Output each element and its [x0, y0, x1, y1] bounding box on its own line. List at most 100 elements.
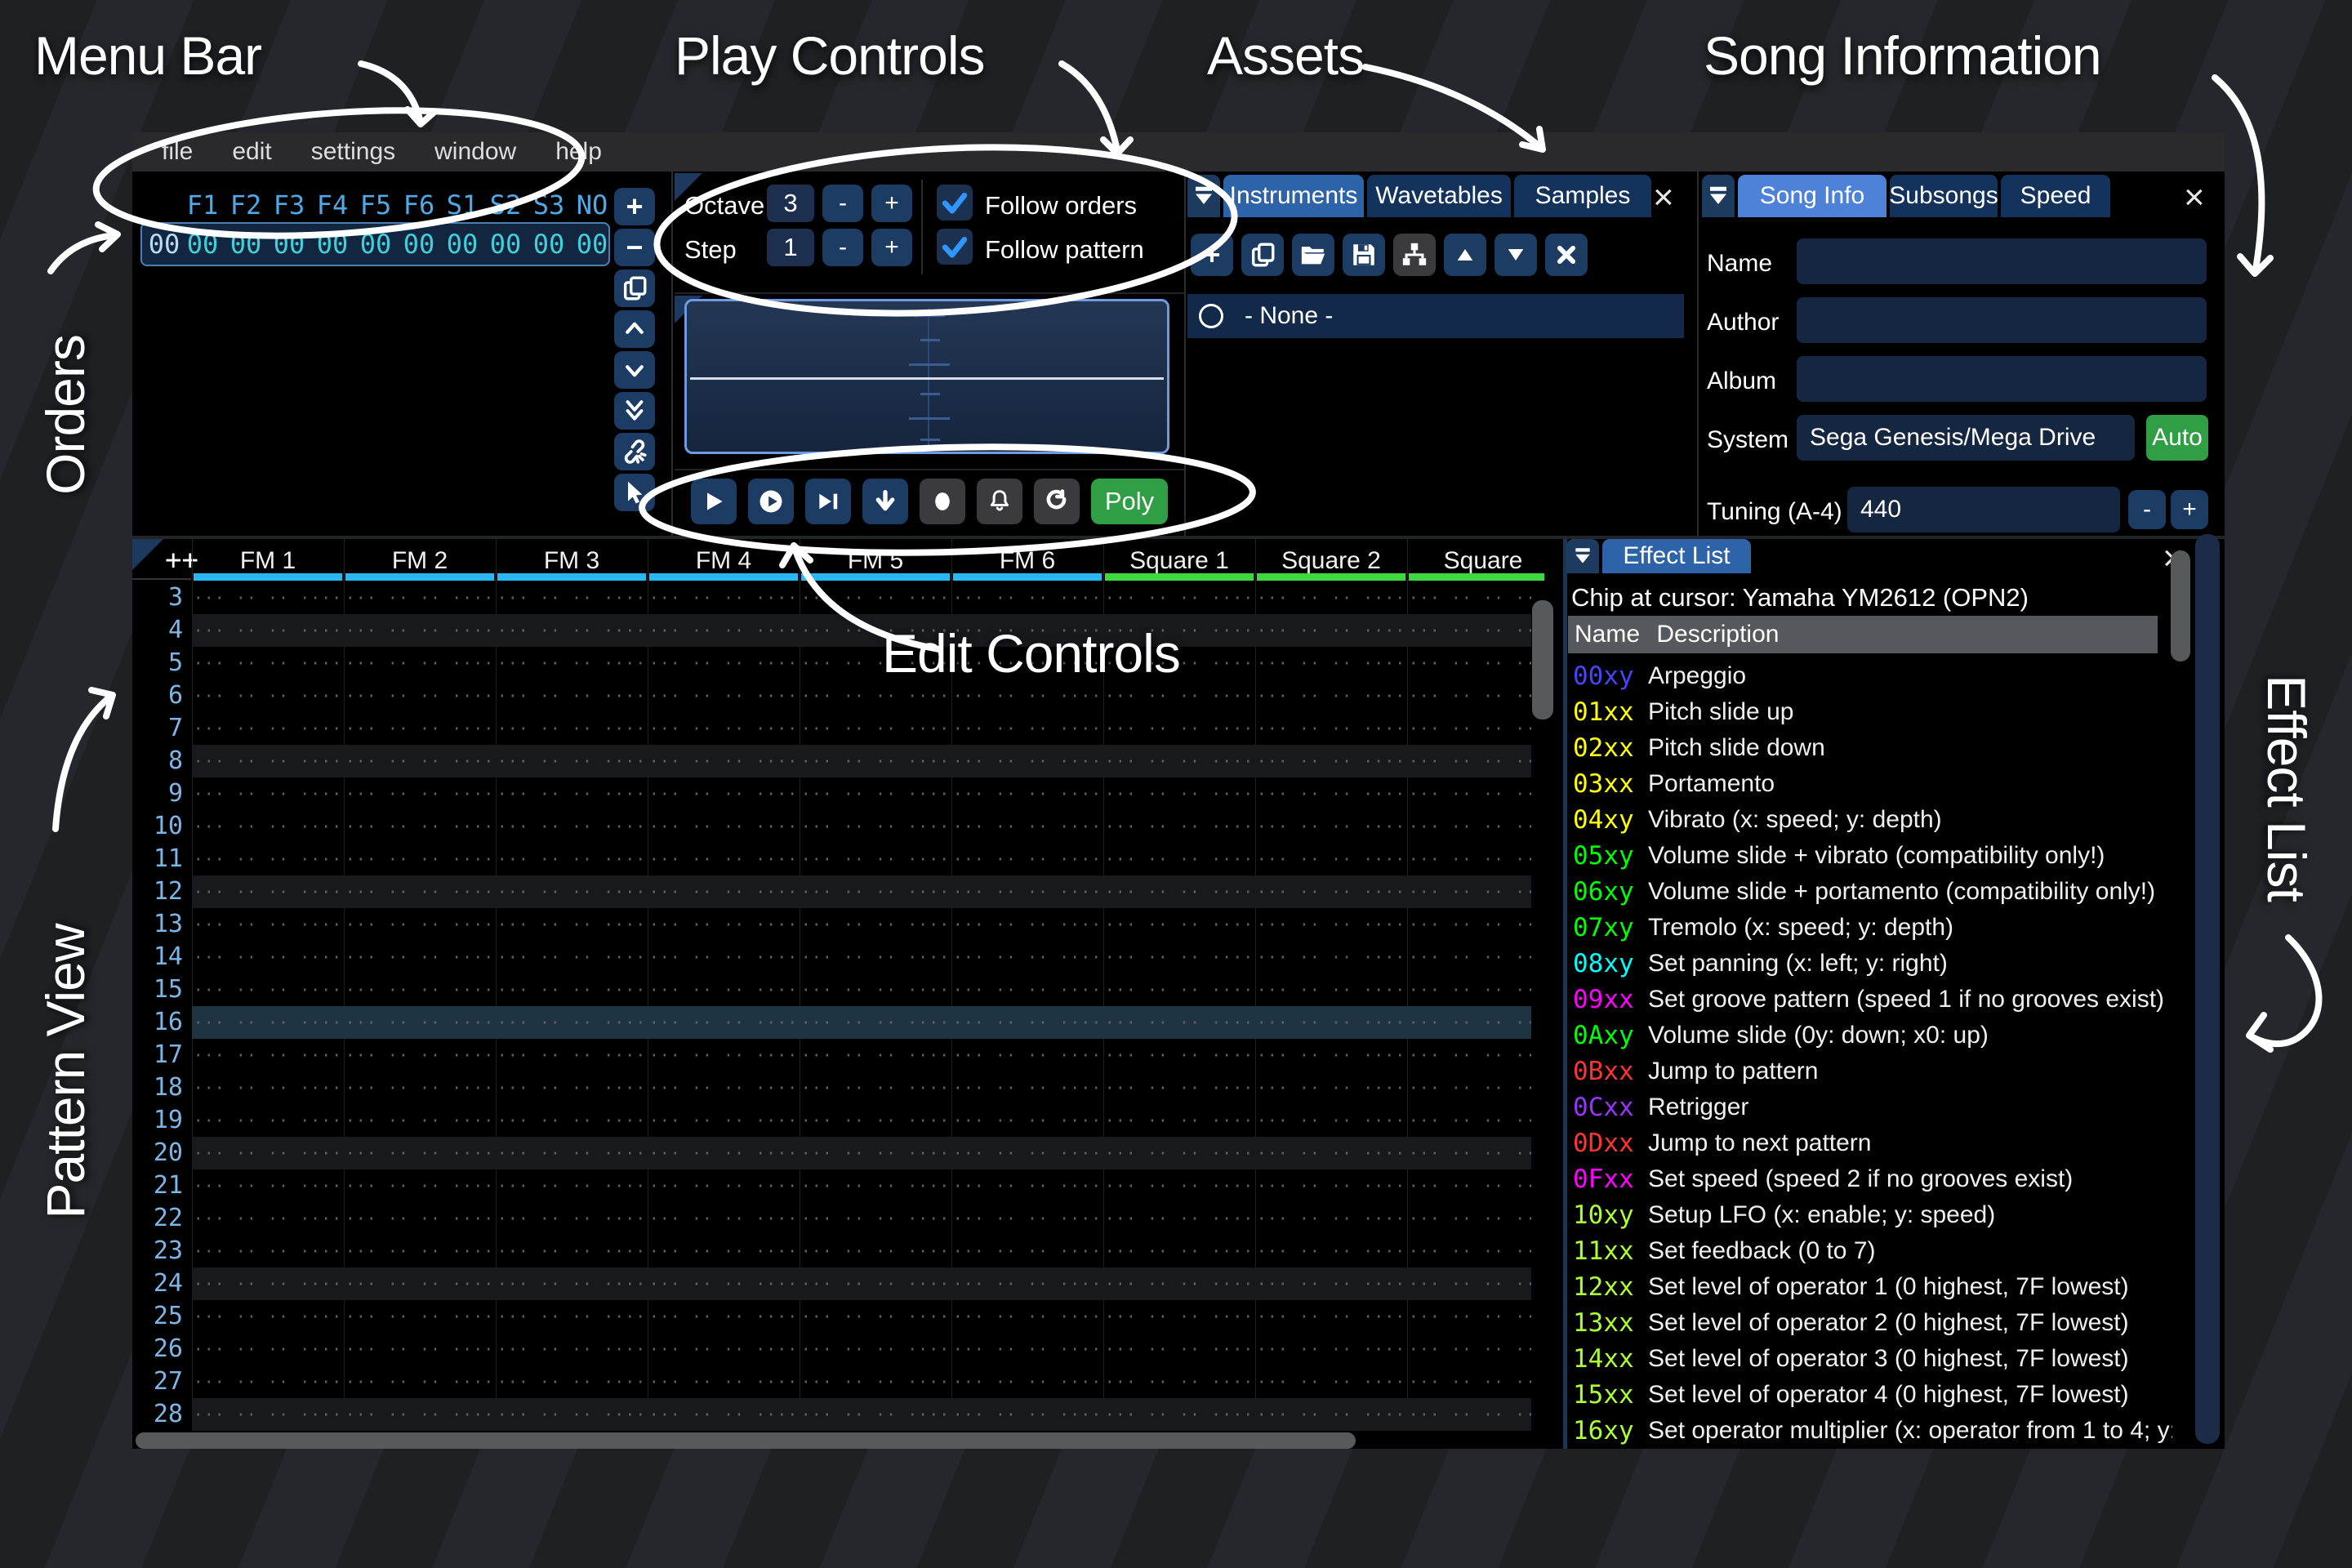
pattern-cell[interactable]: ··· ·· ·· ···· [951, 581, 1103, 614]
pattern-cell[interactable]: ··· ·· ·· ···· [1103, 1006, 1255, 1039]
pattern-cell[interactable]: ··· ·· ·· ···· [648, 1071, 800, 1104]
pattern-cell[interactable]: ··· ·· ·· ···· [648, 647, 800, 679]
pattern-cell[interactable]: ··· ·· ·· ···· [344, 973, 496, 1006]
pattern-cell[interactable]: ··· ·· ·· ···· [800, 1039, 951, 1071]
effect-row[interactable]: 10xySetup LFO (x: enable; y: speed) [1568, 1197, 2172, 1233]
pattern-cell[interactable]: ··· ·· ·· ···· [1255, 1104, 1407, 1137]
pattern-cell[interactable]: ··· ·· ·· ···· [344, 679, 496, 712]
pattern-cell[interactable]: ··· ·· ·· ···· [1407, 810, 1531, 843]
pattern-cell[interactable]: ··· ·· ·· ···· [1407, 581, 1531, 614]
octave-value[interactable]: 3 [767, 185, 814, 222]
effect-row[interactable]: 0CxxRetrigger [1568, 1089, 2172, 1125]
pattern-cell[interactable]: ··· ·· ·· ···· [1103, 777, 1255, 810]
pattern-cell[interactable]: ··· ·· ·· ···· [648, 1235, 800, 1267]
pattern-cell[interactable]: ··· ·· ·· ···· [496, 1169, 648, 1202]
pattern-cell[interactable]: ··· ·· ·· ···· [800, 1365, 951, 1398]
pattern-cell[interactable]: ··· ·· ·· ···· [800, 1202, 951, 1235]
pattern-cell[interactable]: ··· ·· ·· ···· [344, 810, 496, 843]
pattern-cell[interactable]: ··· ·· ·· ···· [192, 810, 344, 843]
pattern-cell[interactable]: ··· ·· ·· ···· [1407, 1071, 1531, 1104]
menu-item-settings[interactable]: settings [292, 138, 415, 166]
pattern-cell[interactable]: ··· ·· ·· ···· [1103, 712, 1255, 745]
pattern-cell[interactable]: ··· ·· ·· ···· [800, 1300, 951, 1333]
pattern-cell[interactable]: ··· ·· ·· ···· [1103, 941, 1255, 973]
pattern-cell[interactable]: ··· ·· ·· ···· [1407, 1169, 1531, 1202]
pattern-cell[interactable]: ··· ·· ·· ···· [192, 1365, 344, 1398]
pattern-cell[interactable]: ··· ·· ·· ···· [800, 1398, 951, 1431]
pattern-cell[interactable]: ··· ·· ·· ···· [1407, 1104, 1531, 1137]
pattern-cell[interactable]: ··· ·· ·· ···· [1255, 1039, 1407, 1071]
pattern-cell[interactable]: ··· ·· ·· ···· [1255, 777, 1407, 810]
pattern-cell[interactable]: ··· ·· ·· ···· [951, 941, 1103, 973]
pattern-cell[interactable]: ··· ·· ·· ···· [192, 1006, 344, 1039]
pattern-cell[interactable]: ··· ·· ·· ···· [1103, 1104, 1255, 1137]
effect-row[interactable]: 13xxSet level of operator 2 (0 highest, … [1568, 1305, 2172, 1341]
pattern-cell[interactable]: ··· ·· ·· ···· [192, 777, 344, 810]
author-input[interactable] [1797, 297, 2207, 343]
pattern-cell[interactable]: ··· ·· ·· ···· [951, 1006, 1103, 1039]
pattern-cell[interactable]: ··· ·· ·· ···· [344, 1169, 496, 1202]
channel-header-fm-6[interactable]: FM 6 [951, 547, 1103, 575]
pattern-cell[interactable]: ··· ·· ·· ···· [951, 679, 1103, 712]
pattern-cell[interactable]: ··· ·· ·· ···· [1407, 1006, 1531, 1039]
pattern-cell[interactable]: ··· ·· ·· ···· [1103, 1235, 1255, 1267]
pattern-cell[interactable]: ··· ·· ·· ···· [1255, 614, 1407, 647]
pattern-cell[interactable]: ··· ·· ·· ···· [1103, 1267, 1255, 1300]
pattern-cell[interactable]: ··· ·· ·· ···· [648, 614, 800, 647]
instrument-list-item[interactable]: - None - [1187, 294, 1684, 338]
pattern-cell[interactable]: ··· ·· ·· ···· [344, 712, 496, 745]
pattern-cell[interactable]: ··· ·· ·· ···· [951, 1333, 1103, 1365]
album-input[interactable] [1797, 356, 2207, 402]
pattern-cell[interactable]: ··· ·· ·· ···· [1103, 1169, 1255, 1202]
pattern-cell[interactable]: ··· ·· ·· ···· [496, 1202, 648, 1235]
pattern-cell[interactable]: ··· ·· ·· ···· [192, 875, 344, 908]
pattern-cell[interactable]: ··· ·· ·· ···· [1255, 973, 1407, 1006]
pattern-cell[interactable]: ··· ·· ·· ···· [192, 941, 344, 973]
pattern-cell[interactable]: ··· ·· ·· ···· [800, 973, 951, 1006]
pattern-cell[interactable]: ··· ·· ·· ···· [496, 1398, 648, 1431]
pattern-cell[interactable]: ··· ·· ·· ···· [951, 1104, 1103, 1137]
pattern-cell[interactable]: ··· ·· ·· ···· [951, 1071, 1103, 1104]
pattern-cell[interactable]: ··· ·· ·· ···· [1407, 1267, 1531, 1300]
pattern-cell[interactable]: ··· ·· ·· ···· [1407, 712, 1531, 745]
pattern-cell[interactable]: ··· ·· ·· ···· [951, 1137, 1103, 1169]
assets-move-up-button[interactable] [1444, 234, 1486, 276]
pattern-cell[interactable]: ··· ·· ·· ···· [1255, 1333, 1407, 1365]
pattern-cell[interactable]: ··· ·· ·· ···· [800, 875, 951, 908]
pattern-cell[interactable]: ··· ·· ·· ···· [1103, 581, 1255, 614]
pattern-cell[interactable]: ··· ·· ·· ···· [192, 647, 344, 679]
pattern-cell[interactable]: ··· ·· ·· ···· [496, 1104, 648, 1137]
orders-value-cell[interactable]: 00 [527, 229, 571, 260]
channel-header-square-2[interactable]: Square 2 [1255, 547, 1407, 575]
pattern-cell[interactable]: ··· ·· ·· ···· [496, 973, 648, 1006]
pattern-cell[interactable]: ··· ·· ·· ···· [800, 1333, 951, 1365]
pattern-cell[interactable]: ··· ·· ·· ···· [496, 875, 648, 908]
pattern-cell[interactable]: ··· ·· ·· ···· [648, 941, 800, 973]
orders-edit-mode-button[interactable] [614, 474, 655, 511]
orders-value-cell[interactable]: 00 [397, 229, 441, 260]
pattern-cell[interactable]: ··· ·· ·· ···· [344, 1398, 496, 1431]
effect-row[interactable]: 05xyVolume slide + vibrato (compatibilit… [1568, 838, 2172, 874]
pattern-cell[interactable]: ··· ·· ·· ···· [496, 712, 648, 745]
channel-header-fm-3[interactable]: FM 3 [496, 547, 648, 575]
pattern-cell[interactable]: ··· ·· ·· ···· [800, 1235, 951, 1267]
pattern-cell[interactable]: ··· ·· ·· ···· [648, 581, 800, 614]
pattern-cell[interactable]: ··· ·· ·· ···· [951, 1202, 1103, 1235]
pattern-cell[interactable]: ··· ·· ·· ···· [344, 1235, 496, 1267]
assets-save-button[interactable] [1343, 234, 1385, 276]
assets-delete-button[interactable] [1545, 234, 1588, 276]
pattern-cell[interactable]: ··· ·· ·· ···· [344, 581, 496, 614]
pattern-cell[interactable]: ··· ·· ·· ···· [344, 1267, 496, 1300]
pattern-cell[interactable]: ··· ·· ·· ···· [344, 745, 496, 777]
assets-open-button[interactable] [1292, 234, 1334, 276]
pattern-cell[interactable]: ··· ·· ·· ···· [800, 777, 951, 810]
pattern-cell[interactable]: ··· ·· ·· ···· [192, 1267, 344, 1300]
orders-duplicate-button[interactable] [614, 270, 655, 307]
effect-list-scrollbar[interactable] [2171, 550, 2190, 662]
pattern-cell[interactable]: ··· ·· ·· ···· [496, 1333, 648, 1365]
pattern-cell[interactable]: ··· ·· ·· ···· [1255, 581, 1407, 614]
pattern-cell[interactable]: ··· ·· ·· ···· [648, 1039, 800, 1071]
pattern-cell[interactable]: ··· ·· ·· ···· [496, 777, 648, 810]
pattern-cell[interactable]: ··· ·· ·· ···· [344, 1104, 496, 1137]
orders-value-cell[interactable]: 00 [440, 229, 484, 260]
